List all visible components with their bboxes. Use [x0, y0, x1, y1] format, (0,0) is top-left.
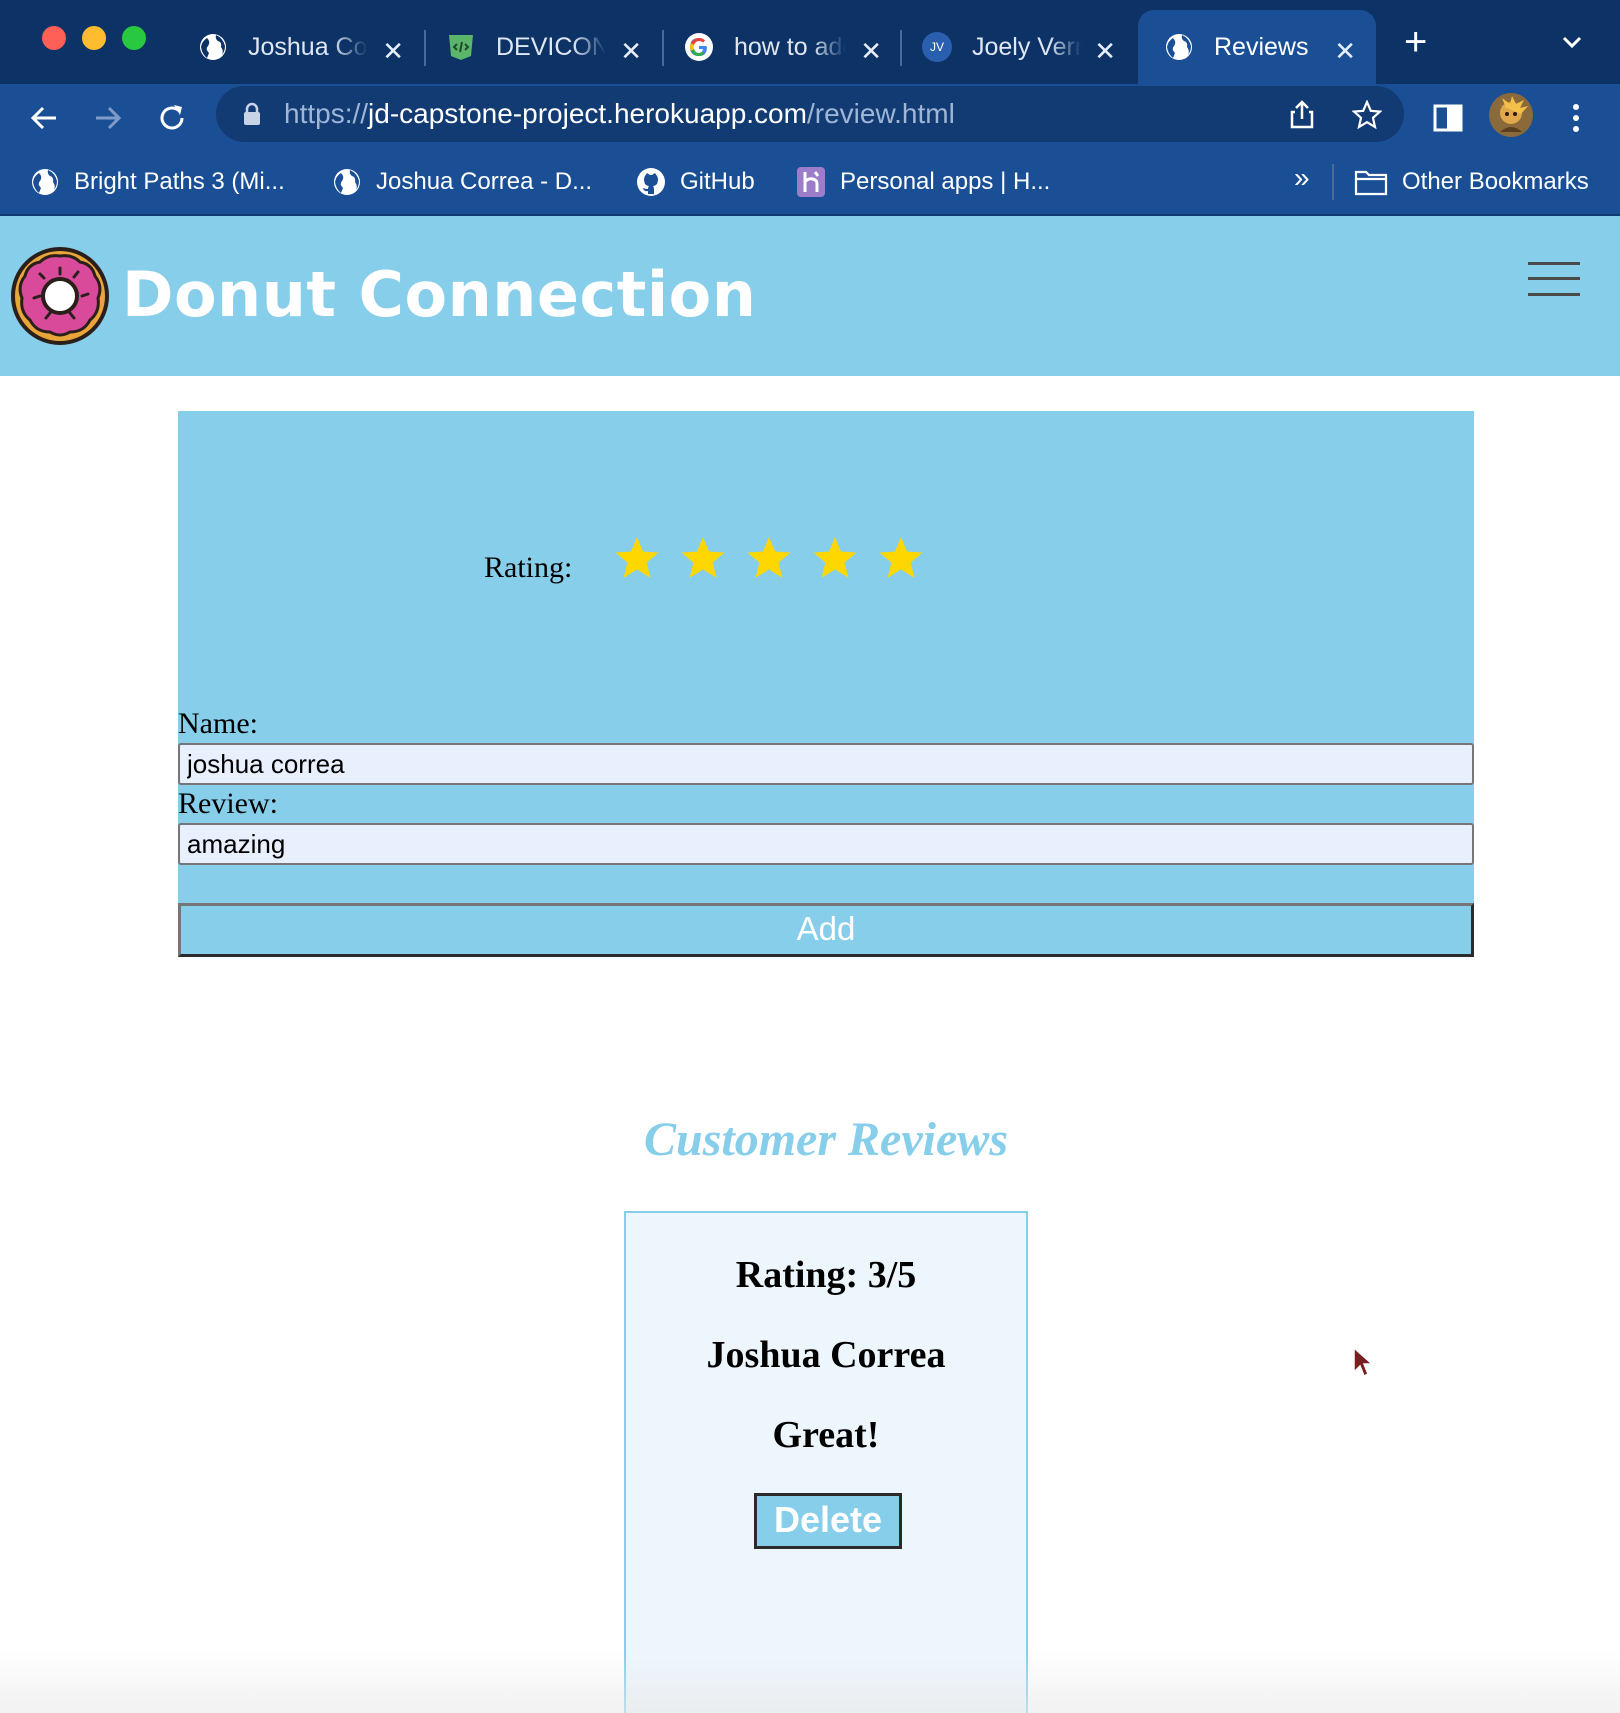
- reviews-heading: Customer Reviews: [643, 1113, 1008, 1166]
- donut-logo-icon[interactable]: [10, 246, 110, 351]
- tab-title: Reviews: [1214, 32, 1309, 61]
- bookmarks-bar: Bright Paths 3 (Mi... Joshua Correa - D.…: [0, 150, 1620, 216]
- other-bookmarks-folder[interactable]: Other Bookmarks: [1354, 164, 1589, 200]
- review-rating: Rating: 3/5: [735, 1254, 917, 1296]
- close-window-button[interactable]: [42, 26, 66, 50]
- hamburger-menu-icon[interactable]: [1528, 260, 1580, 298]
- side-panel-icon[interactable]: [1428, 98, 1468, 138]
- bookmark-label: Bright Paths 3 (Mi...: [74, 168, 285, 195]
- lock-icon: [242, 102, 262, 131]
- bookmarks-overflow-button[interactable]: »: [1294, 162, 1310, 194]
- github-icon: [636, 167, 666, 197]
- reload-icon[interactable]: [152, 98, 192, 138]
- heroku-icon: [796, 167, 826, 197]
- review-form: Rating: Name: Review: Add: [178, 411, 1474, 957]
- bookmark-item[interactable]: Bright Paths 3 (Mi...: [30, 164, 285, 200]
- tab-title: Joely Verna: [972, 32, 1082, 61]
- browser-tab-active[interactable]: Reviews ✕: [1138, 10, 1376, 84]
- globe-icon: [332, 167, 362, 197]
- browser-tab[interactable]: how to add ✕: [684, 10, 902, 84]
- minimize-window-button[interactable]: [82, 26, 106, 50]
- tab-title: Joshua Correa: [248, 32, 368, 61]
- bookmark-item[interactable]: Joshua Correa - D...: [332, 164, 592, 200]
- site-brand[interactable]: Donut Connection: [122, 258, 756, 331]
- bookmark-item[interactable]: GitHub: [636, 164, 755, 200]
- other-bookmarks-label: Other Bookmarks: [1402, 168, 1589, 195]
- url-path: /review.html: [806, 98, 955, 129]
- review-author: Joshua Correa: [706, 1334, 946, 1376]
- star-icon[interactable]: [878, 535, 924, 581]
- share-icon[interactable]: [1288, 100, 1316, 135]
- site-header: Donut Connection: [0, 216, 1620, 376]
- tab-search-chevron-icon[interactable]: [1560, 30, 1584, 59]
- address-bar[interactable]: https://jd-capstone-project.herokuapp.co…: [216, 86, 1404, 142]
- tab-strip: Joshua Correa ✕ DEVICON ✕ how to add ✕ J…: [0, 0, 1620, 84]
- globe-icon: [30, 167, 60, 197]
- name-label: Name:: [178, 707, 258, 740]
- rating-label: Rating:: [484, 551, 573, 584]
- new-tab-button[interactable]: +: [1404, 22, 1427, 62]
- google-icon: [684, 32, 714, 62]
- browser-tab[interactable]: JV Joely Verna ✕: [922, 10, 1136, 84]
- tab-separator: [900, 30, 902, 66]
- add-button[interactable]: Add: [178, 903, 1474, 957]
- browser-tab[interactable]: Joshua Correa ✕: [198, 10, 424, 84]
- globe-icon: [198, 32, 228, 62]
- bookmark-label: GitHub: [680, 168, 755, 195]
- forward-arrow-icon[interactable]: [88, 98, 128, 138]
- star-icon[interactable]: [812, 535, 858, 581]
- close-tab-icon[interactable]: ✕: [1094, 38, 1116, 64]
- close-tab-icon[interactable]: ✕: [860, 38, 882, 64]
- tab-title: DEVICON: [496, 32, 606, 61]
- browser-toolbar: https://jd-capstone-project.herokuapp.co…: [0, 84, 1620, 150]
- review-card: Rating: 3/5 Joshua Correa Great! Delete: [624, 1211, 1028, 1713]
- bookmark-label: Joshua Correa - D...: [376, 168, 593, 195]
- globe-icon: [1164, 32, 1194, 62]
- review-text: Great!: [772, 1414, 880, 1456]
- devicon-shield-icon: [446, 32, 476, 62]
- url-text: https://jd-capstone-project.herokuapp.co…: [284, 98, 955, 130]
- bookmark-label: Personal apps | H...: [840, 168, 1051, 195]
- tab-separator: [662, 30, 664, 66]
- url-scheme: https://: [284, 98, 369, 129]
- star-icon[interactable]: [614, 535, 660, 581]
- review-label: Review:: [178, 787, 278, 820]
- bookmark-item[interactable]: Personal apps | H...: [796, 164, 1050, 200]
- delete-button[interactable]: Delete: [754, 1493, 902, 1549]
- name-input[interactable]: [178, 743, 1474, 785]
- url-host: jd-capstone-project.herokuapp.com: [368, 98, 807, 129]
- star-rating[interactable]: [614, 535, 924, 581]
- close-tab-icon[interactable]: ✕: [382, 38, 404, 64]
- review-input[interactable]: [178, 823, 1474, 865]
- tab-title: how to add: [734, 32, 846, 61]
- bookmark-star-icon[interactable]: [1351, 99, 1383, 135]
- mouse-cursor-icon: [1352, 1346, 1376, 1385]
- browser-tab[interactable]: DEVICON ✕: [446, 10, 662, 84]
- bookmarks-separator: [1332, 164, 1334, 200]
- fullscreen-window-button[interactable]: [122, 26, 146, 50]
- folder-icon: [1354, 167, 1388, 197]
- star-icon[interactable]: [746, 535, 792, 581]
- back-arrow-icon[interactable]: [24, 98, 64, 138]
- close-tab-icon[interactable]: ✕: [620, 38, 642, 64]
- close-tab-icon[interactable]: ✕: [1334, 38, 1356, 64]
- jv-avatar-icon: JV: [922, 32, 952, 62]
- star-icon[interactable]: [680, 535, 726, 581]
- profile-avatar[interactable]: [1488, 92, 1534, 138]
- tab-separator: [424, 30, 426, 66]
- browser-menu-icon[interactable]: [1556, 98, 1596, 138]
